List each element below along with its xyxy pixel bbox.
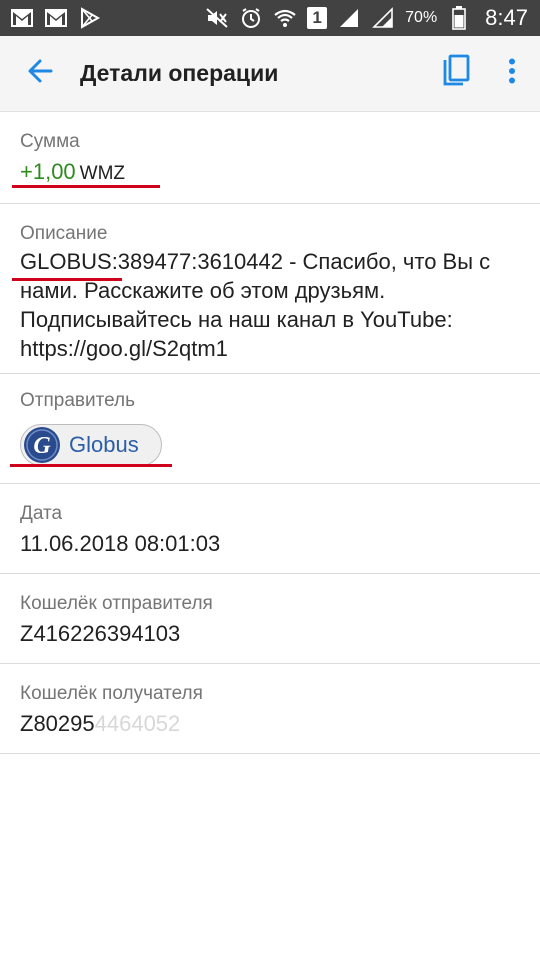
description-section: Описание GLOBUS:389477:3610442 - Спасибо… — [0, 204, 540, 374]
arrow-back-icon — [26, 57, 54, 90]
gmail-icon — [10, 6, 34, 30]
sender-section: Отправитель G Globus — [0, 374, 540, 484]
sender-label: Отправитель — [20, 390, 136, 411]
amount-value: +1,00 — [20, 159, 76, 184]
app-bar: Детали операции — [0, 36, 540, 112]
amount-section: Сумма +1,00 WMZ — [0, 113, 540, 204]
battery-icon — [447, 6, 471, 30]
more-vert-icon — [508, 58, 516, 89]
description-label: Описание — [20, 223, 108, 244]
sender-wallet-label: Кошелёк отправителя — [20, 593, 213, 614]
mute-icon — [205, 6, 229, 30]
svg-text:G: G — [33, 433, 51, 459]
sender-chip[interactable]: G Globus — [20, 424, 162, 466]
status-bar: 1 70% 8:47 — [0, 0, 540, 36]
operation-details: Сумма +1,00 WMZ Описание GLOBUS:389477:36… — [0, 113, 540, 754]
annotation-underline — [10, 464, 172, 467]
date-label: Дата — [20, 503, 63, 524]
copy-button[interactable] — [428, 36, 484, 112]
signal-icon — [337, 6, 361, 30]
status-left-icons — [10, 6, 102, 30]
sender-wallet-section: Кошелёк отправителя Z416226394103 — [0, 574, 540, 664]
amount-label: Сумма — [20, 131, 80, 152]
alarm-icon — [239, 6, 263, 30]
clock: 8:47 — [485, 5, 528, 30]
amount-row: +1,00 WMZ — [20, 157, 520, 188]
copy-icon — [441, 54, 471, 93]
annotation-underline — [12, 185, 160, 188]
receiver-wallet-obscured: 4464052 — [94, 711, 184, 736]
more-options-button[interactable] — [484, 36, 540, 112]
battery-percent: 70% — [405, 9, 438, 26]
date-section: Дата 11.06.2018 08:01:03 — [0, 484, 540, 574]
annotation-underline — [12, 278, 122, 281]
sender-wallet-value[interactable]: Z416226394103 — [20, 619, 520, 648]
description-text[interactable]: GLOBUS:389477:3610442 - Спасибо, что Вы … — [20, 247, 520, 363]
sim-slot-badge: 1 — [307, 7, 328, 29]
back-button[interactable] — [0, 36, 80, 112]
receiver-wallet-section: Кошелёк получателя Z802954464052 — [0, 664, 540, 754]
receiver-wallet-value[interactable]: Z802954464052 — [20, 709, 520, 738]
date-value: 11.06.2018 08:01:03 — [20, 531, 221, 556]
signal-icon — [371, 6, 395, 30]
gmail-icon — [44, 6, 68, 30]
status-right-icons: 1 70% 8:47 — [205, 5, 528, 31]
page-title: Детали операции — [80, 60, 279, 86]
globus-logo-icon: G — [23, 426, 61, 464]
sender-name: Globus — [69, 432, 139, 457]
receiver-wallet-label: Кошелёк получателя — [20, 683, 203, 704]
wifi-icon — [273, 6, 297, 30]
receiver-wallet-visible: Z80295 — [20, 711, 95, 736]
play-store-icon — [78, 6, 102, 30]
amount-currency: WMZ — [79, 163, 126, 184]
